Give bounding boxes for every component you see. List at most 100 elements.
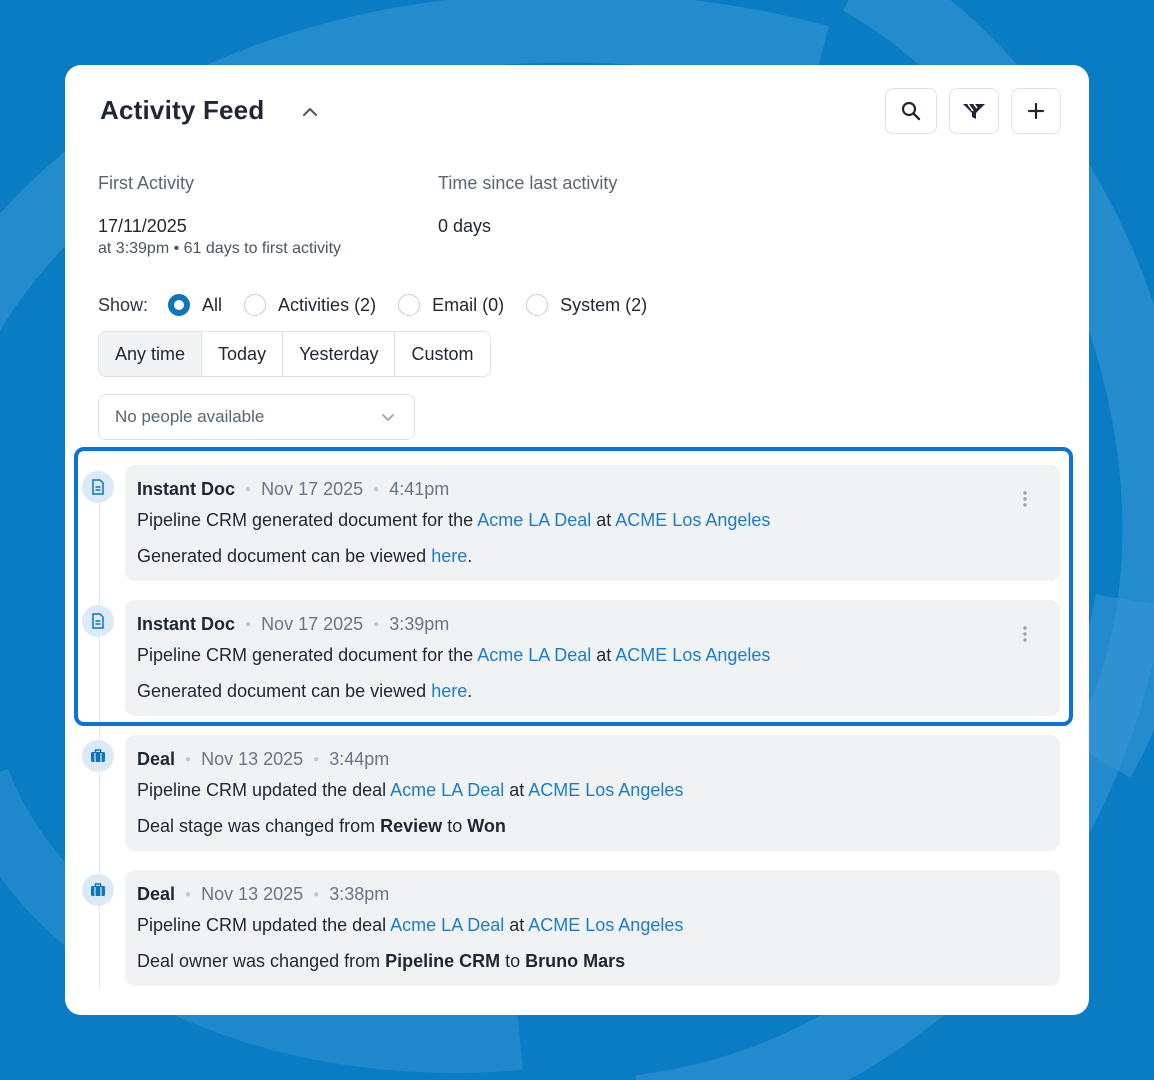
entry-text: to	[442, 816, 468, 836]
people-select[interactable]: No people available	[98, 394, 415, 440]
page-title: Activity Feed	[100, 95, 265, 125]
entry-date: Nov 17 2025	[261, 613, 364, 634]
radio-checked[interactable]	[168, 294, 191, 316]
to-value: Bruno Mars	[525, 951, 626, 971]
header-actions	[885, 88, 1061, 134]
entry-time: 4:41pm	[389, 478, 450, 499]
plus-icon	[1027, 102, 1045, 120]
search-button[interactable]	[885, 88, 937, 134]
entry-text: .	[467, 681, 473, 701]
time-since-label: Time since last activity	[438, 173, 618, 193]
document-link[interactable]: here	[431, 546, 467, 566]
entry-text: Generated document can be viewed	[137, 681, 432, 701]
entry-description: Pipeline CRM updated the deal Acme LA De…	[137, 780, 1048, 801]
entry-time: 3:39pm	[389, 613, 450, 634]
time-range-tabs: Any time Today Yesterday Custom	[98, 331, 491, 377]
deal-link[interactable]: Acme LA Deal	[390, 780, 504, 800]
filter-button[interactable]	[949, 88, 999, 134]
document-icon	[82, 471, 114, 503]
card-header: Activity Feed	[100, 88, 1061, 145]
separator-dot: ●	[245, 483, 252, 495]
activity-entry: Deal ● Nov 13 2025 ● 3:38pm Pipeline CRM…	[125, 870, 1060, 986]
document-link[interactable]: here	[431, 681, 467, 701]
chevron-down-icon	[382, 414, 394, 421]
tab-yesterday[interactable]: Yesterday	[283, 332, 396, 376]
add-button[interactable]	[1011, 88, 1061, 134]
entry-text: Pipeline CRM generated document for the	[137, 510, 478, 530]
entry-text: .	[467, 546, 473, 566]
show-option-system[interactable]: System (2)	[526, 294, 647, 316]
search-icon	[901, 101, 921, 121]
show-option-label: All	[202, 294, 223, 315]
radio-unchecked[interactable]	[398, 294, 421, 316]
entry-date: Nov 17 2025	[261, 478, 364, 499]
from-value: Pipeline CRM	[385, 951, 501, 971]
show-option-label: Email (0)	[432, 294, 505, 315]
separator-dot: ●	[245, 618, 252, 630]
from-value: Review	[380, 816, 443, 836]
entry-text: Pipeline CRM updated the deal	[137, 780, 391, 800]
entry-type: Instant Doc	[137, 613, 236, 634]
entry-header: Deal ● Nov 13 2025 ● 3:44pm	[137, 748, 1048, 770]
show-option-activities[interactable]: Activities (2)	[244, 294, 376, 316]
radio-unchecked[interactable]	[244, 294, 267, 316]
briefcase-icon	[82, 740, 114, 772]
entry-header: Instant Doc ● Nov 17 2025 ● 4:41pm	[137, 478, 1048, 500]
entry-type: Instant Doc	[137, 478, 236, 499]
show-option-all[interactable]: All	[168, 294, 222, 316]
entry-date: Nov 13 2025	[201, 883, 304, 904]
entry-text: at	[591, 645, 616, 665]
more-options-icon[interactable]	[1020, 624, 1030, 644]
first-activity-stat: First Activity 17/11/2025 at 3:39pm • 61…	[98, 173, 341, 258]
activity-stats: First Activity 17/11/2025 at 3:39pm • 61…	[98, 173, 798, 273]
entry-text: Deal owner was changed from	[137, 951, 386, 971]
entry-text: at	[504, 915, 529, 935]
tab-custom[interactable]: Custom	[395, 332, 490, 376]
entry-header: Deal ● Nov 13 2025 ● 3:38pm	[137, 883, 1048, 905]
briefcase-icon	[82, 874, 114, 906]
entry-description: Pipeline CRM generated document for the …	[137, 645, 1048, 666]
entry-text: at	[504, 780, 529, 800]
separator-dot: ●	[185, 888, 192, 900]
to-value: Won	[467, 816, 506, 836]
activity-entry: Instant Doc ● Nov 17 2025 ● 4:41pm Pipel…	[125, 465, 1060, 581]
entry-time: 3:44pm	[329, 748, 390, 769]
entry-text: to	[500, 951, 526, 971]
company-link[interactable]: ACME Los Angeles	[615, 645, 770, 665]
entry-time: 3:38pm	[329, 883, 390, 904]
deal-link[interactable]: Acme LA Deal	[390, 915, 504, 935]
radio-unchecked[interactable]	[526, 294, 549, 316]
show-label: Show:	[98, 294, 149, 315]
company-link[interactable]: ACME Los Angeles	[528, 780, 683, 800]
show-option-label: Activities (2)	[278, 294, 377, 315]
separator-dot: ●	[313, 888, 320, 900]
entry-type: Deal	[137, 748, 176, 769]
separator-dot: ●	[313, 753, 320, 765]
company-link[interactable]: ACME Los Angeles	[615, 510, 770, 530]
show-option-label: System (2)	[560, 294, 648, 315]
tab-any-time[interactable]: Any time	[99, 332, 203, 376]
chevron-up-icon	[303, 108, 317, 116]
entry-text: Pipeline CRM generated document for the	[137, 645, 478, 665]
entry-detail: Deal owner was changed from Pipeline CRM…	[137, 951, 1048, 972]
entry-type: Deal	[137, 883, 176, 904]
activity-entry: Deal ● Nov 13 2025 ● 3:44pm Pipeline CRM…	[125, 735, 1060, 851]
show-option-email[interactable]: Email (0)	[398, 294, 504, 316]
people-select-value: No people available	[115, 407, 265, 426]
tab-today[interactable]: Today	[202, 332, 284, 376]
time-since-stat: Time since last activity 0 days	[438, 173, 617, 237]
company-link[interactable]: ACME Los Angeles	[528, 915, 683, 935]
more-options-icon[interactable]	[1020, 489, 1030, 509]
document-icon	[82, 605, 114, 637]
entry-detail: Generated document can be viewed here.	[137, 681, 1048, 702]
first-activity-sub: at 3:39pm • 61 days to first activity	[98, 240, 342, 257]
deal-link[interactable]: Acme LA Deal	[477, 510, 591, 530]
entry-description: Pipeline CRM generated document for the …	[137, 510, 1048, 531]
entry-date: Nov 13 2025	[201, 748, 304, 769]
separator-dot: ●	[373, 483, 380, 495]
separator-dot: ●	[185, 753, 192, 765]
activity-entry: Instant Doc ● Nov 17 2025 ● 3:39pm Pipel…	[125, 600, 1060, 716]
activity-feed-card: Activity Feed First Activity 17/11/2025 …	[65, 65, 1089, 1015]
deal-link[interactable]: Acme LA Deal	[477, 645, 591, 665]
collapse-button[interactable]	[295, 97, 325, 127]
